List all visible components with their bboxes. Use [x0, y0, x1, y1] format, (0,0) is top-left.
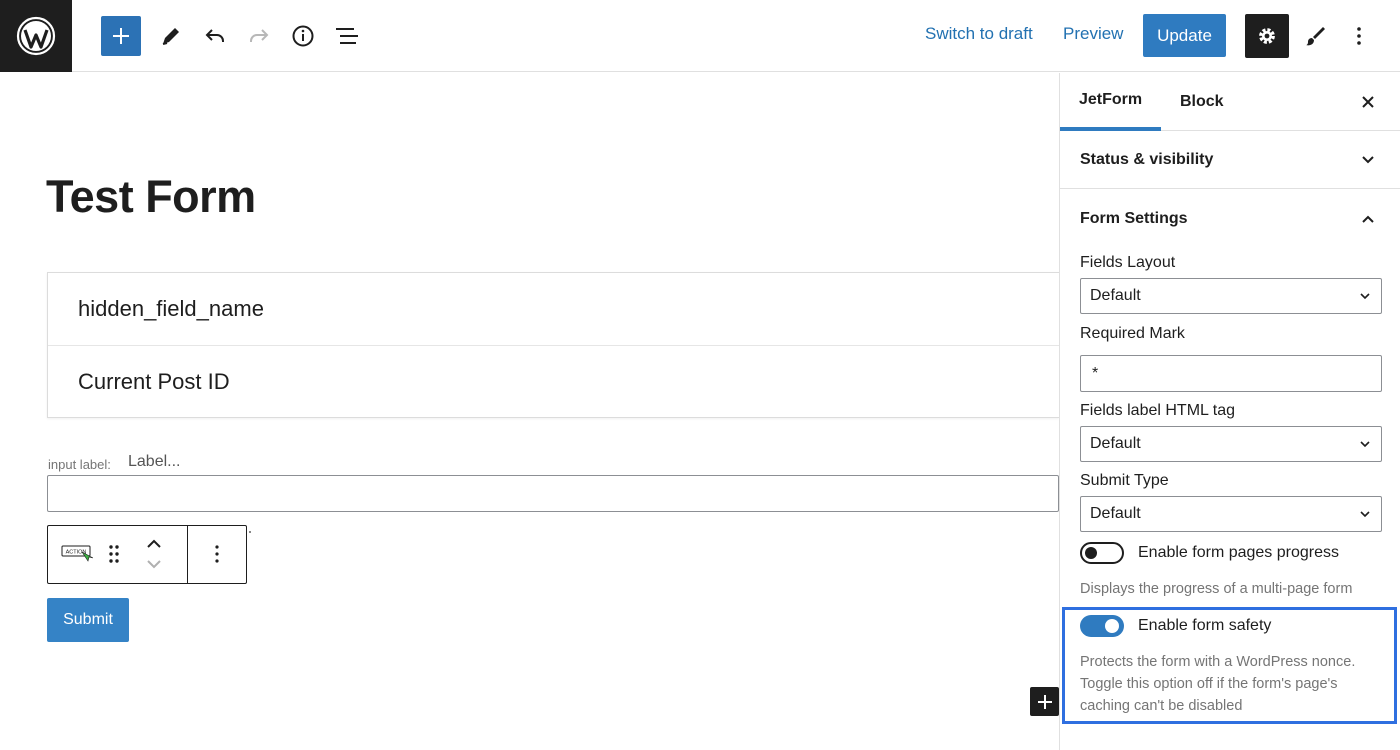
info-icon: [292, 25, 314, 47]
action-button-input[interactable]: [47, 475, 1059, 512]
select-value: Default: [1090, 287, 1141, 304]
select-value: Default: [1090, 505, 1141, 522]
decorative-dot: [249, 531, 251, 533]
post-title[interactable]: Test Form: [46, 171, 256, 223]
update-button[interactable]: Update: [1143, 14, 1226, 57]
toolbar-divider: [187, 526, 188, 583]
styles-button[interactable]: [1295, 16, 1335, 56]
select-value: Default: [1090, 435, 1141, 452]
required-mark-label: Required Mark: [1080, 325, 1185, 342]
chevron-down-icon: [1359, 508, 1371, 520]
block-options-button[interactable]: [206, 542, 228, 566]
block-toolbar: ACTION: [47, 525, 247, 584]
brush-icon: [1306, 27, 1325, 46]
list-view-button[interactable]: [327, 16, 367, 56]
redo-icon: [250, 29, 269, 42]
preview-button[interactable]: Preview: [1063, 24, 1123, 44]
form-pages-progress-toggle[interactable]: [1080, 542, 1124, 564]
editor-header: Switch to draft Preview Update: [0, 0, 1400, 72]
options-button[interactable]: [1339, 16, 1379, 56]
chevron-up-icon: [147, 539, 161, 548]
panel-title: Status & visibility: [1080, 150, 1214, 168]
label-tag-select[interactable]: Default: [1080, 426, 1382, 462]
undo-button[interactable]: [195, 16, 235, 56]
panel-status-visibility[interactable]: Status & visibility: [1060, 131, 1400, 189]
tab-block[interactable]: Block: [1180, 73, 1224, 131]
drag-handle-icon[interactable]: [105, 542, 123, 566]
fields-layout-select[interactable]: Default: [1080, 278, 1382, 314]
undo-icon: [205, 29, 224, 42]
chevron-down-icon: [147, 560, 161, 569]
plus-icon: [113, 28, 129, 44]
close-icon: [1362, 96, 1374, 108]
move-down-button[interactable]: [144, 556, 164, 572]
form-pages-progress-label: Enable form pages progress: [1138, 544, 1339, 561]
chevron-down-icon: [1359, 438, 1371, 450]
add-block-button[interactable]: [101, 16, 141, 56]
gear-icon: [1259, 28, 1275, 44]
more-vertical-icon: [215, 545, 219, 563]
submit-button[interactable]: Submit: [47, 598, 129, 642]
form-pages-progress-help: Displays the progress of a multi-page fo…: [1080, 581, 1353, 597]
fields-layout-label: Fields Layout: [1080, 254, 1176, 271]
tab-jetform[interactable]: JetForm: [1060, 73, 1161, 131]
label-tag-label: Fields label HTML tag: [1080, 402, 1236, 419]
submit-type-label: Submit Type: [1080, 472, 1169, 489]
form-field-row[interactable]: hidden_field_name: [48, 273, 1059, 345]
redo-button[interactable]: [239, 16, 279, 56]
pencil-icon: [162, 28, 179, 45]
settings-button[interactable]: [1245, 14, 1289, 58]
list-view-icon: [336, 28, 358, 44]
plus-icon: [1037, 694, 1052, 709]
close-sidebar-button[interactable]: [1356, 90, 1380, 114]
wordpress-logo-icon[interactable]: [0, 0, 72, 72]
sidebar-tabs: JetForm Block: [1060, 73, 1400, 131]
form-safety-highlight: [1062, 607, 1397, 724]
details-button[interactable]: [283, 16, 323, 56]
chevron-up-icon: [1356, 207, 1380, 231]
input-label-caption: input label:: [48, 457, 111, 472]
more-vertical-icon: [1357, 27, 1361, 45]
panel-title: Form Settings: [1080, 210, 1188, 227]
hidden-fields-group: hidden_field_name Current Post ID: [47, 272, 1059, 418]
toggle-knob: [1085, 547, 1097, 559]
input-label-placeholder[interactable]: Label...: [128, 453, 180, 471]
block-inserter-button[interactable]: [1030, 687, 1059, 716]
move-up-button[interactable]: [144, 536, 164, 552]
required-mark-input[interactable]: *: [1080, 355, 1382, 392]
form-field-row[interactable]: Current Post ID: [48, 345, 1059, 417]
tools-button[interactable]: [151, 16, 191, 56]
switch-to-draft-button[interactable]: Switch to draft: [925, 24, 1033, 44]
panel-form-settings[interactable]: Form Settings: [1060, 190, 1400, 248]
chevron-down-icon: [1356, 148, 1380, 172]
editor-canvas: Test Form hidden_field_name Current Post…: [0, 73, 1059, 750]
action-button-block-icon[interactable]: ACTION: [61, 543, 93, 565]
submit-type-select[interactable]: Default: [1080, 496, 1382, 532]
chevron-down-icon: [1359, 290, 1371, 302]
